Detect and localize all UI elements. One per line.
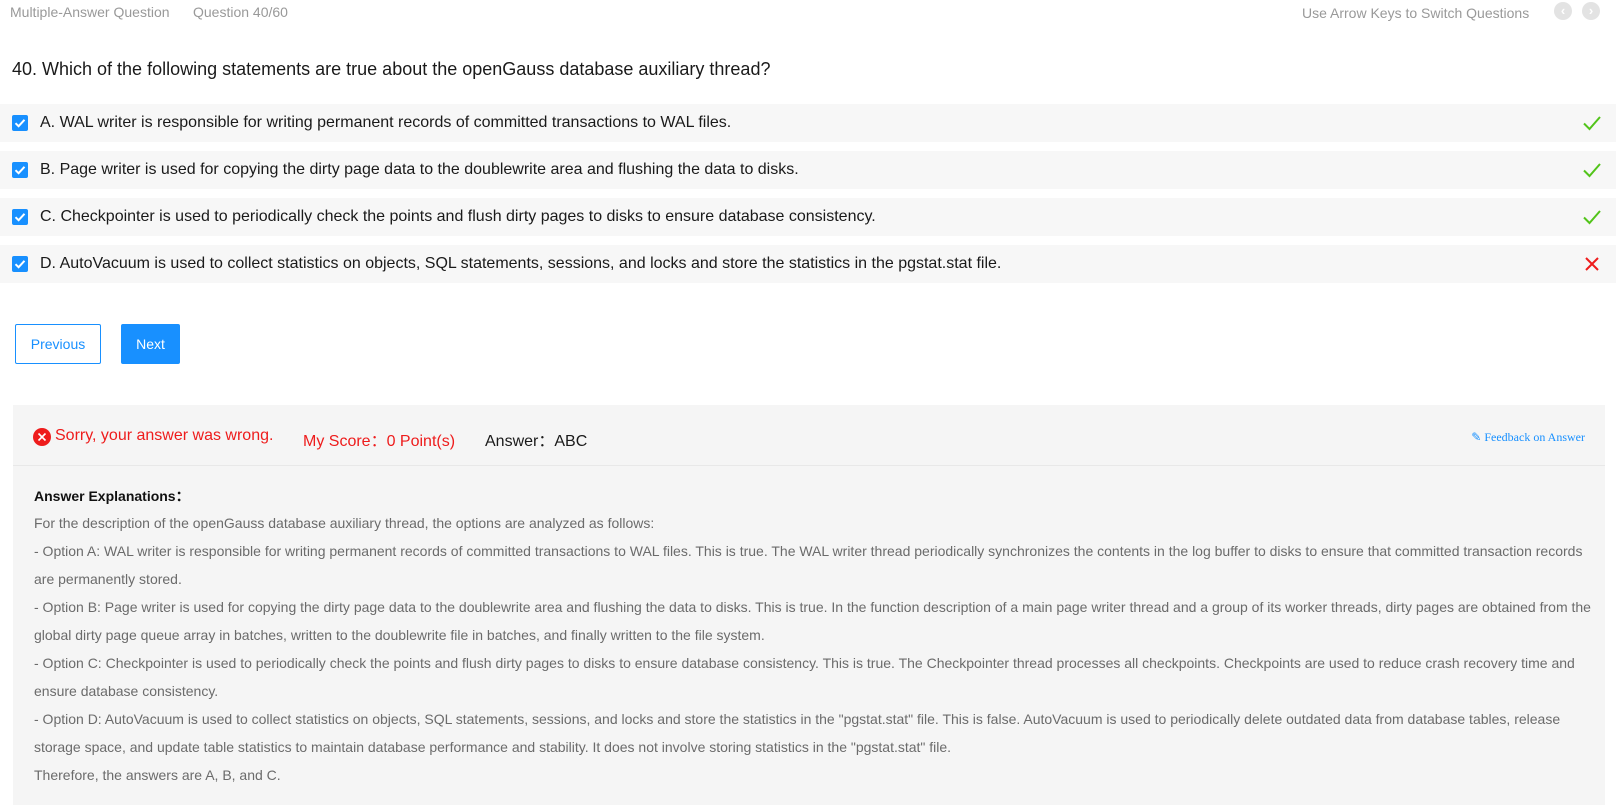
top-bar: Multiple-Answer Question Question 40/60 … [0, 0, 1616, 26]
option-c[interactable]: C. Checkpointer is used to periodically … [0, 198, 1616, 236]
option-label: D. AutoVacuum is used to collect statist… [40, 255, 1002, 272]
check-icon [1582, 207, 1602, 227]
checkbox-checked-icon[interactable] [12, 209, 28, 225]
checkbox-checked-icon[interactable] [12, 256, 28, 272]
error-icon [33, 428, 51, 446]
chevron-left-icon[interactable]: ‹ [1554, 2, 1572, 20]
explanation-line: - Option B: Page writer is used for copy… [34, 599, 1591, 643]
chevron-right-icon[interactable]: › [1582, 2, 1600, 20]
check-icon [1582, 160, 1602, 180]
check-icon [1582, 113, 1602, 133]
explanation-line: - Option D: AutoVacuum is used to collec… [34, 711, 1561, 755]
explanation-heading: Answer Explanations： [34, 488, 190, 504]
option-b[interactable]: B. Page writer is used for copying the d… [0, 151, 1616, 189]
result-row: Sorry, your answer was wrong. My Score：0… [13, 405, 1605, 466]
feedback-link[interactable]: ✎ Feedback on Answer [1471, 430, 1585, 445]
next-button[interactable]: Next [121, 324, 180, 364]
explanation-line: Therefore, the answers are A, B, and C. [34, 767, 281, 783]
score-text: My Score：0 Point(s) [303, 433, 456, 450]
checkbox-checked-icon[interactable] [12, 162, 28, 178]
option-label: C. Checkpointer is used to periodically … [40, 208, 876, 225]
option-label: A. WAL writer is responsible for writing… [40, 114, 732, 131]
question-text: 40. Which of the following statements ar… [12, 59, 771, 79]
explanation-line: - Option A: WAL writer is responsible fo… [34, 543, 1583, 587]
question-counter: Question 40/60 [193, 4, 288, 20]
option-label: B. Page writer is used for copying the d… [40, 161, 799, 178]
nav-hint: Use Arrow Keys to Switch Questions [1302, 5, 1530, 21]
option-a[interactable]: A. WAL writer is responsible for writing… [0, 104, 1616, 142]
explanation-line: For the description of the openGauss dat… [34, 515, 655, 531]
cross-icon [1582, 254, 1602, 274]
answer-panel: Sorry, your answer was wrong. My Score：0… [13, 405, 1605, 805]
checkbox-checked-icon[interactable] [12, 115, 28, 131]
previous-button[interactable]: Previous [15, 324, 101, 364]
question-type: Multiple-Answer Question [10, 4, 170, 20]
option-d[interactable]: D. AutoVacuum is used to collect statist… [0, 245, 1616, 283]
correct-answer: Answer：ABC [485, 433, 588, 450]
explanation-body: For the description of the openGauss dat… [34, 509, 1599, 789]
result-status: Sorry, your answer was wrong. [55, 427, 274, 444]
explanation-line: - Option C: Checkpointer is used to peri… [34, 655, 1575, 699]
